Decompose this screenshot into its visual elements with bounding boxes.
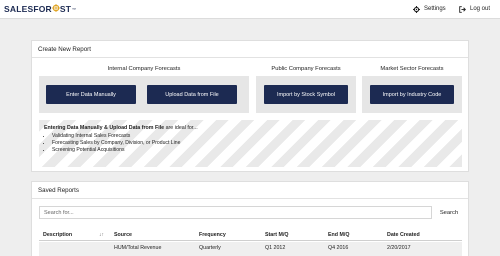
search-button[interactable]: Search — [434, 206, 464, 219]
internal-forecasts-box: Enter Data Manually Upload Data from Fil… — [39, 76, 249, 113]
info-bullet: Screening Potential Acquisitions — [52, 147, 180, 154]
logo-trademark: ™ — [72, 6, 77, 12]
gear-icon — [412, 5, 420, 13]
cell-frequency: Quarterly — [199, 245, 221, 251]
logo-mark-icon — [51, 4, 60, 14]
logo[interactable]: SALES FOR ST ™ — [4, 4, 76, 14]
market-sector-label: Market Sector Forecasts — [380, 66, 444, 72]
table-header: Description ↓↑ Source Frequency Start M/… — [39, 229, 462, 241]
info-bullet: Validating Internal Sales Forecasts — [52, 133, 180, 140]
logout-icon — [458, 5, 466, 13]
settings-label: Settings — [424, 6, 446, 12]
logo-text-st: ST — [59, 4, 72, 14]
logo-text-sales: SALES — [4, 4, 34, 14]
col-source[interactable]: Source — [114, 232, 132, 238]
col-date-created[interactable]: Date Created — [387, 232, 420, 238]
sort-icon[interactable]: ↓↑ — [99, 232, 104, 238]
upload-data-button[interactable]: Upload Data from File — [147, 85, 237, 104]
info-bullet: Forecasting Sales by Company, Division, … — [52, 140, 180, 147]
info-block: Entering Data Manually & Upload Data fro… — [39, 120, 462, 167]
create-report-title: Create New Report — [32, 41, 468, 58]
table-row[interactable]: HUM/Total Revenue Quarterly Q1 2012 Q4 2… — [39, 242, 462, 256]
settings-link[interactable]: Settings — [412, 5, 446, 13]
public-forecasts-label: Public Company Forecasts — [271, 66, 341, 72]
logo-text-for: FOR — [33, 4, 52, 14]
cell-source: HUM/Total Revenue — [114, 245, 162, 251]
search-input[interactable] — [39, 206, 432, 219]
internal-forecasts-label: Internal Company Forecasts — [107, 66, 181, 72]
col-frequency[interactable]: Frequency — [199, 232, 226, 238]
cell-end: Q4 2016 — [328, 245, 349, 251]
logout-link[interactable]: Log out — [458, 5, 490, 13]
info-intro-rest: are ideal for... — [164, 125, 198, 131]
crosshair-icon — [51, 4, 60, 12]
saved-reports-title: Saved Reports — [32, 182, 468, 199]
import-stock-symbol-button[interactable]: Import by Stock Symbol — [264, 85, 348, 104]
market-sector-box: Import by Industry Code — [362, 76, 462, 113]
saved-reports-panel: Saved Reports Search Description ↓↑ Sour… — [31, 181, 469, 256]
cell-start: Q1 2012 — [265, 245, 286, 251]
top-navbar: SALES FOR ST ™ Settings Log out — [0, 0, 500, 19]
col-description[interactable]: Description — [43, 232, 72, 238]
create-report-panel: Create New Report Internal Company Forec… — [31, 40, 469, 172]
import-industry-code-button[interactable]: Import by Industry Code — [370, 85, 454, 104]
public-forecasts-box: Import by Stock Symbol — [256, 76, 356, 113]
col-start[interactable]: Start M/Q — [265, 232, 289, 238]
info-intro-bold: Entering Data Manually & Upload Data fro… — [44, 125, 165, 131]
enter-data-manually-button[interactable]: Enter Data Manually — [46, 85, 136, 104]
logout-label: Log out — [470, 6, 491, 12]
cell-date-created: 2/20/2017 — [387, 245, 411, 251]
info-bullet-list: Validating Internal Sales Forecasts Fore… — [52, 133, 180, 154]
col-end[interactable]: End M/Q — [328, 232, 349, 238]
info-intro: Entering Data Manually & Upload Data fro… — [44, 125, 198, 131]
